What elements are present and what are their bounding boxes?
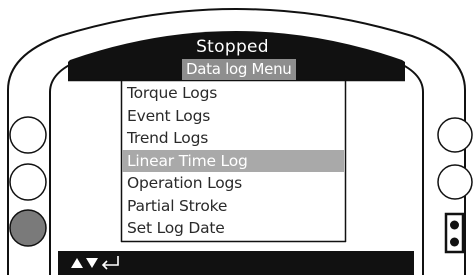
status-title: Stopped	[196, 37, 269, 57]
right-indicator-lamp-1	[437, 117, 473, 153]
right-indicator-lamp-2	[437, 164, 473, 200]
nav-hint	[70, 253, 122, 272]
actuator-display-screen: Stopped Data log Menu Torque Logs Event …	[0, 0, 473, 275]
down-arrow-icon[interactable]	[85, 257, 99, 269]
left-indicator-lamp-3	[9, 209, 47, 247]
left-indicator-lamp-1	[9, 116, 47, 154]
menu-item-torque-logs[interactable]: Torque Logs	[122, 82, 344, 105]
menu-item-trend-logs[interactable]: Trend Logs	[122, 127, 344, 150]
enter-icon[interactable]	[100, 254, 122, 272]
menu-title: Data log Menu	[182, 59, 296, 80]
left-indicator-lamp-2	[9, 163, 47, 201]
menu-item-linear-time-log[interactable]: Linear Time Log	[122, 149, 344, 172]
menu-item-set-log-date[interactable]: Set Log Date	[122, 217, 344, 240]
two-dot-indicator-icon	[444, 212, 465, 254]
menu-item-operation-logs[interactable]: Operation Logs	[122, 172, 344, 195]
menu-item-event-logs[interactable]: Event Logs	[122, 105, 344, 128]
up-arrow-icon[interactable]	[70, 257, 84, 269]
menu-item-partial-stroke[interactable]: Partial Stroke	[122, 195, 344, 218]
menu-list: Torque Logs Event Logs Trend Logs Linear…	[122, 82, 344, 240]
